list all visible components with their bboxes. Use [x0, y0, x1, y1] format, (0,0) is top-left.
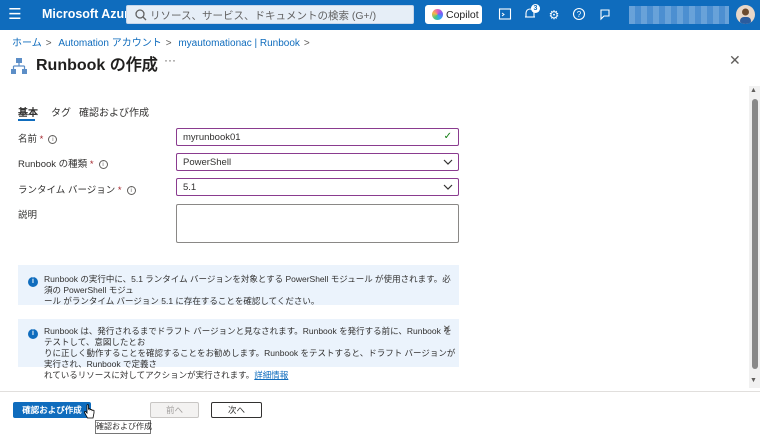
learn-more-link[interactable]: 詳細情報: [254, 370, 288, 380]
review-create-tooltip: 確認および作成: [95, 420, 152, 434]
tab-tags[interactable]: タグ: [51, 104, 71, 119]
copilot-icon: [432, 9, 443, 20]
global-search-input[interactable]: リソース、サービス、ドキュメントの検索 (G+/): [126, 5, 414, 24]
active-tab-indicator: [18, 119, 35, 121]
description-label: 説明: [18, 210, 38, 221]
runbook-type-select[interactable]: PowerShell: [176, 153, 459, 171]
info-icon[interactable]: i: [126, 186, 136, 195]
top-navigation-bar: ☰ Microsoft Azure リソース、サービス、ドキュメントの検索 (G…: [0, 0, 760, 30]
valid-check-icon: ✓: [443, 131, 452, 142]
chevron-down-icon: [443, 159, 453, 165]
runbook-icon: [11, 58, 27, 74]
breadcrumb-runbook[interactable]: myautomationac | Runbook: [178, 38, 300, 49]
info-icon[interactable]: i: [98, 160, 108, 169]
draft-info-text: Runbook は、発行されるまでドラフト バージョンと見なされます。Runbo…: [44, 326, 456, 380]
breadcrumb-home[interactable]: ホーム: [12, 38, 42, 49]
more-options-icon[interactable]: ···: [164, 53, 176, 67]
tab-basics[interactable]: 基本: [18, 104, 38, 119]
next-button[interactable]: 次へ: [211, 402, 262, 418]
runtime-info-text: Runbook の実行中に、5.1 ランタイム バージョンを対象とする Powe…: [44, 274, 451, 306]
user-avatar[interactable]: [736, 5, 755, 24]
name-value: myrunbook01: [183, 132, 241, 143]
runbook-type-value: PowerShell: [183, 157, 232, 168]
cloud-shell-icon[interactable]: [497, 7, 513, 23]
runtime-version-select[interactable]: 5.1: [176, 178, 459, 196]
tab-review-create[interactable]: 確認および作成: [79, 104, 149, 119]
page-title: Runbook の作成: [36, 57, 158, 74]
runbook-type-label: Runbook の種類 * i: [18, 156, 108, 170]
info-icon: i: [28, 329, 38, 339]
account-name-blurred[interactable]: [629, 6, 729, 24]
runtime-info-message: i Runbook の実行中に、5.1 ランタイム バージョンを対象とする Po…: [18, 265, 459, 306]
feedback-icon[interactable]: [597, 7, 613, 23]
description-textarea[interactable]: [176, 204, 459, 243]
info-icon[interactable]: i: [48, 135, 58, 144]
runtime-version-label: ランタイム バージョン * i: [18, 182, 136, 196]
search-icon: [135, 9, 147, 21]
scrollbar-thumb[interactable]: [752, 99, 758, 369]
name-input[interactable]: myrunbook01 ✓: [176, 128, 459, 146]
review-create-button[interactable]: 確認および作成: [13, 402, 91, 418]
runtime-version-value: 5.1: [183, 182, 197, 193]
chevron-down-icon: [443, 184, 453, 190]
hamburger-menu-icon[interactable]: ☰: [7, 7, 23, 23]
copilot-label: Copilot: [446, 9, 479, 21]
scroll-down-arrow-icon[interactable]: ▼: [750, 377, 757, 384]
svg-text:?: ?: [577, 10, 582, 19]
hand-cursor-icon: [84, 404, 95, 419]
previous-button[interactable]: 前へ: [150, 402, 199, 418]
azure-brand-link[interactable]: Microsoft Azure: [42, 7, 136, 21]
close-icon[interactable]: ✕: [729, 52, 741, 69]
settings-gear-icon[interactable]: ⚙: [546, 7, 562, 23]
info-icon: i: [28, 277, 38, 287]
breadcrumb-automation-accounts[interactable]: Automation アカウント: [58, 38, 161, 49]
help-question-icon[interactable]: ?: [571, 7, 587, 23]
notification-count-badge: 3: [531, 4, 540, 13]
footer-divider: [0, 391, 760, 392]
breadcrumb: ホーム > Automation アカウント > myautomationac | …: [12, 38, 310, 49]
scroll-up-arrow-icon[interactable]: ▲: [750, 87, 757, 94]
dismiss-icon[interactable]: ✕: [443, 324, 451, 335]
draft-info-message: i Runbook は、発行されるまでドラフト バージョンと見なされます。Run…: [18, 319, 459, 380]
name-label: 名前 * i: [18, 131, 58, 145]
search-placeholder: リソース、サービス、ドキュメントの検索 (G+/): [150, 10, 377, 22]
copilot-button[interactable]: Copilot: [425, 5, 482, 24]
